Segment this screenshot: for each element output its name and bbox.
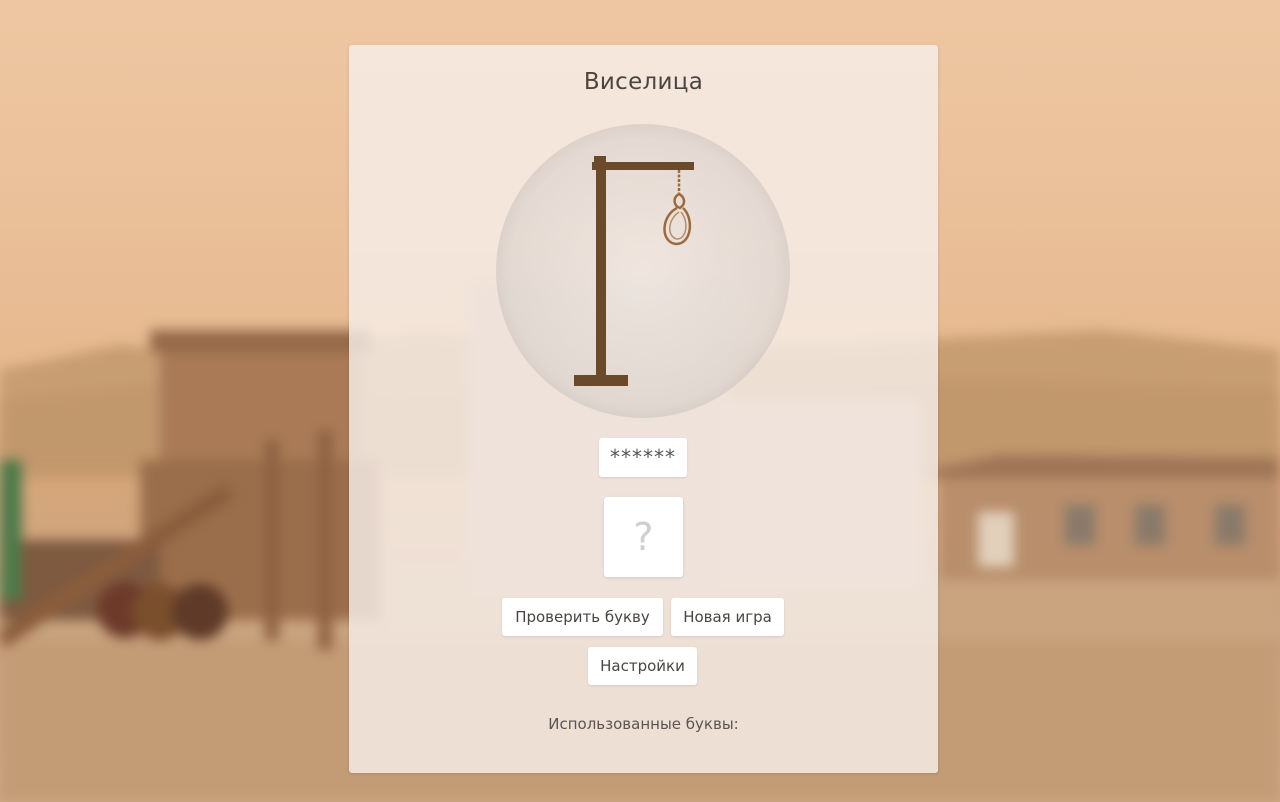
used-letters: Использованные буквы:: [349, 715, 938, 733]
check-letter-button[interactable]: Проверить букву: [502, 598, 663, 636]
masked-word: ******: [599, 438, 687, 477]
settings-button[interactable]: Настройки: [588, 647, 697, 685]
hangman-drawing-area: [496, 124, 790, 418]
noose-icon: [663, 170, 692, 246]
used-letters-label: Использованные буквы:: [548, 715, 739, 733]
game-panel: Виселица ****** Проверить букву Новая иг…: [349, 45, 938, 773]
gallows-icon: [574, 156, 694, 386]
letter-input[interactable]: [604, 497, 683, 577]
new-game-button[interactable]: Новая игра: [671, 598, 784, 636]
page-title: Виселица: [583, 69, 704, 95]
